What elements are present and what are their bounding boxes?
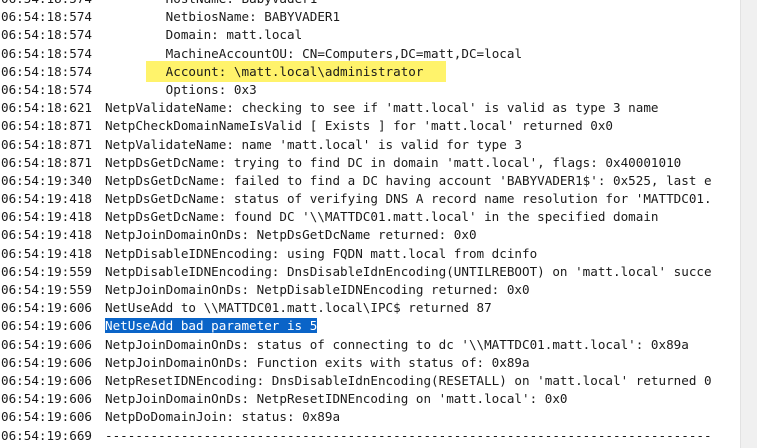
log-message: NetpDsGetDcName: failed to find a DC hav…	[105, 172, 712, 188]
log-line[interactable]: 06:54:18:871 NetpCheckDomainNameIsValid […	[0, 117, 741, 135]
log-timestamp: 06:54:19:559	[1, 263, 92, 279]
vertical-scrollbar[interactable]	[740, 0, 757, 448]
log-message: HostName: BabyVader1	[166, 0, 318, 6]
log-line[interactable]: 06:54:19:418 NetpJoinDomainOnDs: NetpDsGe…	[0, 226, 741, 244]
log-timestamp: 06:54:19:606	[1, 391, 92, 407]
log-line[interactable]: 06:54:19:606 NetUseAdd to \\MATTDC01.matt…	[0, 299, 741, 317]
log-message: NetpValidateName: name 'matt.local' is v…	[105, 136, 523, 152]
log-timestamp: 06:54:19:606	[1, 300, 92, 316]
log-message: NetpJoinDomainOnDs: status of connecting…	[105, 336, 689, 352]
log-timestamp: 06:54:18:871	[1, 154, 92, 170]
log-indent	[105, 27, 166, 42]
log-indent	[105, 0, 166, 6]
log-line[interactable]: 06:54:18:871 NetpDsGetDcName: trying to f…	[0, 154, 741, 172]
log-message: NetbiosName: BABYVADER1	[165, 9, 341, 25]
log-line[interactable]: 06:54:18:574 Account: \matt.local\admini…	[0, 60, 741, 82]
log-line[interactable]: 06:54:19:418 NetpDsGetDcName: found DC '\…	[0, 208, 741, 226]
log-timestamp: 06:54:19:606	[1, 336, 92, 352]
log-timestamp: 06:54:18:621	[1, 100, 92, 116]
log-message: Domain: matt.local	[165, 27, 303, 43]
log-timestamp: 06:54:18:574	[1, 0, 105, 8]
log-timestamp: 06:54:19:606	[1, 318, 92, 334]
log-line[interactable]: 06:54:18:621 NetpValidateName: checking t…	[0, 99, 741, 117]
selected-log-message: NetUseAdd bad parameter is 5	[105, 318, 318, 334]
log-timestamp: 06:54:19:669	[1, 427, 92, 443]
log-line[interactable]: 06:54:19:606 NetpJoinDomainOnDs: status o…	[0, 336, 741, 354]
log-line[interactable]: 06:54:19:606 NetpDoDomainJoin: status: 0x…	[0, 408, 741, 426]
log-text-area[interactable]: 06:54:18:574 HostName: BabyVader106:54:1…	[0, 0, 741, 448]
log-line[interactable]: 06:54:19:606 NetpResetIDNEncoding: DnsDis…	[0, 372, 741, 390]
log-line[interactable]: 06:54:19:418 NetpDisableIDNEncoding: usin…	[0, 245, 741, 263]
log-message: NetpJoinDomainOnDs: NetpResetIDNEncoding…	[105, 391, 568, 407]
log-indent	[105, 46, 166, 61]
log-message: NetpValidateName: checking to see if 'ma…	[105, 100, 659, 116]
log-message: NetpDisableIDNEncoding: using FQDN matt.…	[105, 245, 538, 261]
log-line[interactable]: 06:54:18:574 HostName: BabyVader1	[0, 0, 741, 8]
log-timestamp: 06:54:19:606	[1, 354, 92, 370]
log-message: NetpDsGetDcName: found DC '\\MATTDC01.ma…	[105, 209, 659, 225]
log-line[interactable]: 06:54:19:340 NetpDsGetDcName: failed to f…	[0, 172, 741, 190]
log-timestamp: 06:54:18:574	[1, 27, 92, 43]
log-line[interactable]: 06:54:19:559 NetpJoinDomainOnDs: NetpDisa…	[0, 281, 741, 299]
log-line[interactable]: 06:54:19:669 ----------------------------…	[0, 427, 741, 445]
log-timestamp: 06:54:19:418	[1, 209, 92, 225]
log-line[interactable]: 06:54:19:606 NetpJoinDomainOnDs: NetpRese…	[0, 390, 741, 408]
log-message: NetpJoinDomainOnDs: NetpDisableIDNEncodi…	[105, 282, 530, 297]
log-timestamp: 06:54:19:606	[1, 409, 92, 425]
log-message: Options: 0x3	[165, 81, 257, 97]
log-timestamp: 06:54:19:418	[1, 227, 92, 243]
log-message: NetpCheckDomainNameIsValid [ Exists ] fo…	[105, 118, 613, 134]
log-timestamp: 06:54:19:418	[1, 245, 92, 261]
log-message: NetpDsGetDcName: trying to find DC in do…	[105, 154, 682, 170]
log-message: NetUseAdd to \\MATTDC01.matt.local\IPC$ …	[105, 300, 492, 316]
log-timestamp: 06:54:19:340	[1, 172, 92, 188]
log-message: NetpDisableIDNEncoding: DnsDisableIdnEnc…	[105, 263, 712, 279]
log-timestamp: 06:54:18:574	[1, 63, 92, 79]
log-line[interactable]: 06:54:19:418 NetpDsGetDcName: status of v…	[0, 190, 741, 208]
log-line[interactable]: 06:54:19:606 NetpJoinDomainOnDs: Function…	[0, 354, 741, 372]
log-timestamp: 06:54:18:574	[1, 9, 92, 25]
log-message: NetpDsGetDcName: status of verifying DNS…	[105, 191, 712, 207]
log-message: NetpJoinDomainOnDs: NetpDsGetDcName retu…	[105, 227, 477, 243]
log-line[interactable]: 06:54:18:871 NetpValidateName: name 'matt…	[0, 136, 741, 154]
log-message: MachineAccountOU: CN=Computers,DC=matt,D…	[165, 45, 523, 61]
log-indent	[105, 82, 166, 97]
log-timestamp: 06:54:18:574	[1, 81, 92, 97]
log-message: NetpDoDomainJoin: status: 0x89a	[105, 409, 341, 425]
log-message: NetpResetIDNEncoding: DnsDisableIdnEncod…	[105, 372, 712, 388]
log-timestamp: 06:54:19:418	[1, 191, 92, 207]
log-message: NetpJoinDomainOnDs: Function exits with …	[105, 354, 530, 370]
log-timestamp: 06:54:18:574	[1, 45, 92, 61]
log-line[interactable]: 06:54:18:574 NetbiosName: BABYVADER1	[0, 8, 741, 26]
log-indent	[105, 9, 166, 24]
log-timestamp: 06:54:18:871	[1, 118, 92, 134]
log-line[interactable]: 06:54:19:559 NetpDisableIDNEncoding: DnsD…	[0, 263, 741, 281]
log-timestamp: 06:54:19:559	[1, 282, 92, 297]
log-line[interactable]: 06:54:18:574 Domain: matt.local	[0, 26, 741, 44]
log-timestamp: 06:54:19:606	[1, 372, 92, 388]
log-message: ----------------------------------------…	[105, 427, 712, 443]
log-line[interactable]: 06:54:18:574 Options: 0x3	[0, 81, 741, 99]
log-line[interactable]: 06:54:19:606 NetUseAdd bad parameter is 5	[0, 317, 741, 335]
log-timestamp: 06:54:18:871	[1, 136, 92, 152]
highlighted-log-message: Account: \matt.local\administrator	[145, 60, 447, 82]
